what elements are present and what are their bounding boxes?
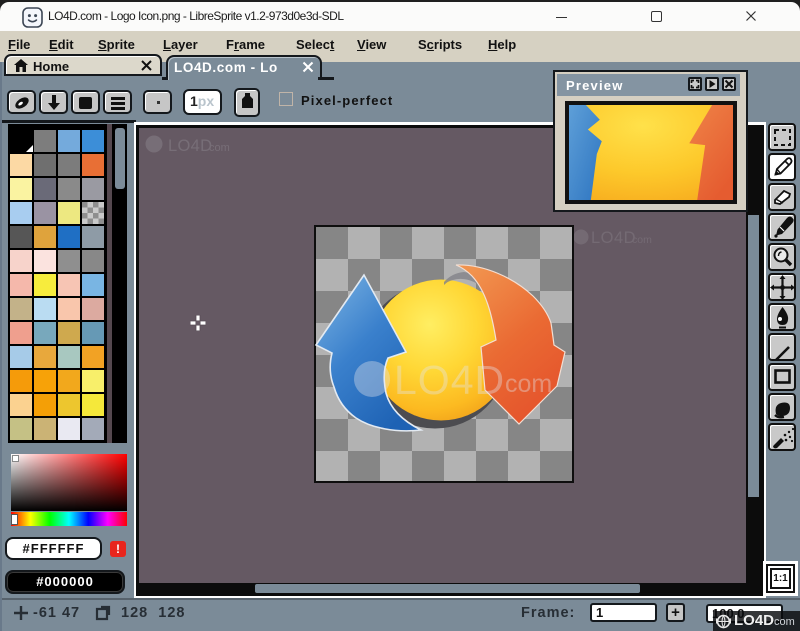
- svg-text:LO4D: LO4D: [591, 229, 636, 247]
- svg-text:com: com: [632, 234, 652, 246]
- svg-text:com: com: [505, 370, 552, 398]
- svg-text:LO4D: LO4D: [168, 137, 212, 155]
- svg-text:com: com: [209, 142, 230, 154]
- svg-text:LO4D: LO4D: [394, 357, 505, 403]
